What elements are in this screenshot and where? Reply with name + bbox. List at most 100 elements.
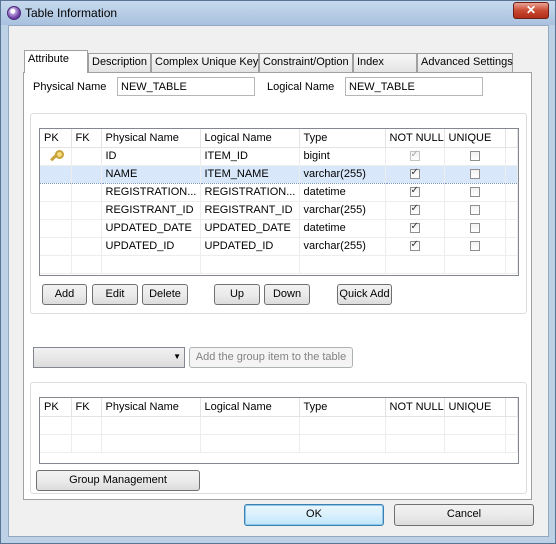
add-group-item-button[interactable]: Add the group item to the table — [189, 347, 353, 368]
chevron-down-icon: ▼ — [173, 352, 181, 361]
empty-row — [40, 255, 518, 274]
add-column-button[interactable]: Add — [42, 284, 87, 305]
group-header-filler — [505, 398, 518, 417]
group-table-frame: PK FK Physical Name Logical Name Type NO… — [39, 397, 519, 464]
close-button[interactable]: ✕ — [513, 2, 549, 19]
fk-cell — [71, 183, 102, 202]
columns-table-header: PK FK Physical Name Logical Name Type NO… — [40, 129, 518, 148]
delete-column-button[interactable]: Delete — [142, 284, 188, 305]
tab-complex-unique-key[interactable]: Complex Unique Key — [151, 53, 259, 72]
pk-cell — [40, 219, 72, 238]
group-header-pk[interactable]: PK — [40, 398, 72, 417]
pk-cell — [40, 201, 72, 220]
tab-description[interactable]: Description — [88, 53, 151, 72]
group-header-logical-name[interactable]: Logical Name — [200, 398, 300, 417]
not-null-checkbox[interactable] — [409, 203, 420, 216]
table-row[interactable]: UPDATED_DATE UPDATED_DATE datetime — [40, 219, 518, 238]
tab-index[interactable]: Index — [353, 53, 417, 72]
unique-checkbox[interactable] — [469, 223, 480, 234]
app-icon — [7, 6, 21, 20]
empty-cell — [101, 434, 201, 453]
unique-checkbox[interactable] — [469, 187, 480, 198]
not-null-checkbox[interactable] — [409, 221, 420, 234]
attribute-tab-panel: Physical Name NEW_TABLE Logical Name NEW… — [23, 72, 532, 500]
unique-cell — [444, 237, 506, 256]
empty-cell — [299, 434, 386, 453]
primary-key-icon — [49, 150, 65, 162]
edit-column-button[interactable]: Edit — [92, 284, 138, 305]
empty-cell — [200, 255, 300, 274]
group-management-button[interactable]: Group Management — [36, 470, 200, 491]
table-row[interactable]: UPDATED_ID UPDATED_ID varchar(255) — [40, 237, 518, 256]
header-physical-name[interactable]: Physical Name — [101, 129, 201, 148]
unique-cell — [444, 201, 506, 220]
quick-add-button[interactable]: Quick Add — [337, 284, 392, 305]
header-unique[interactable]: UNIQUE — [444, 129, 506, 148]
unique-cell — [444, 164, 506, 184]
not-null-cell — [385, 237, 445, 256]
empty-cell — [40, 255, 72, 274]
not-null-checkbox[interactable] — [409, 185, 420, 198]
not-null-checkbox[interactable] — [409, 167, 420, 180]
group-header-not-null[interactable]: NOT NULL — [385, 398, 445, 417]
pk-cell — [40, 237, 72, 256]
title-bar[interactable]: Table Information ✕ — [1, 1, 555, 25]
empty-cell — [444, 416, 506, 435]
header-logical-name[interactable]: Logical Name — [200, 129, 300, 148]
fk-cell — [71, 219, 102, 238]
empty-cell — [200, 416, 300, 435]
physical-name-cell: UPDATED_DATE — [101, 219, 201, 238]
group-header-unique[interactable]: UNIQUE — [444, 398, 506, 417]
table-row[interactable]: REGISTRATION... REGISTRATION... datetime — [40, 183, 518, 202]
not-null-cell — [385, 147, 445, 166]
table-information-window: Table Information ✕ Attribute Descriptio… — [0, 0, 556, 544]
header-not-null[interactable]: NOT NULL — [385, 129, 445, 148]
logical-name-field[interactable]: NEW_TABLE — [345, 77, 483, 96]
physical-name-field[interactable]: NEW_TABLE — [117, 77, 255, 96]
group-select[interactable]: ▼ — [33, 347, 185, 368]
window-title: Table Information — [25, 6, 118, 20]
empty-cell — [505, 416, 518, 435]
group-table: PK FK Physical Name Logical Name Type NO… — [40, 398, 518, 453]
header-pk[interactable]: PK — [40, 129, 72, 148]
unique-checkbox[interactable] — [469, 169, 480, 180]
unique-cell — [444, 183, 506, 202]
move-down-button[interactable]: Down — [264, 284, 310, 305]
columns-group: PK FK Physical Name Logical Name Type NO… — [30, 113, 527, 314]
fk-cell — [71, 164, 102, 184]
columns-table: PK FK Physical Name Logical Name Type NO… — [40, 129, 518, 274]
table-row[interactable]: REGISTRANT_ID REGISTRANT_ID varchar(255) — [40, 201, 518, 220]
physical-name-cell: REGISTRATION... — [101, 183, 201, 202]
ok-button[interactable]: OK — [244, 504, 384, 526]
empty-cell — [385, 255, 445, 274]
group-header-physical-name[interactable]: Physical Name — [101, 398, 201, 417]
cancel-button[interactable]: Cancel — [394, 504, 534, 526]
type-cell: varchar(255) — [299, 201, 386, 220]
group-header-type[interactable]: Type — [299, 398, 386, 417]
group-header-fk[interactable]: FK — [71, 398, 102, 417]
table-row[interactable]: NAME ITEM_NAME varchar(255) — [40, 164, 518, 184]
empty-cell — [385, 416, 445, 435]
not-null-checkbox[interactable] — [409, 239, 420, 252]
filler-cell — [505, 201, 518, 220]
empty-cell — [40, 416, 72, 435]
physical-name-cell: ID — [101, 147, 201, 166]
tab-constraint-option[interactable]: Constraint/Option — [259, 53, 353, 72]
logical-name-cell: REGISTRANT_ID — [200, 201, 300, 220]
header-fk[interactable]: FK — [71, 129, 102, 148]
header-type[interactable]: Type — [299, 129, 386, 148]
tab-advanced-settings[interactable]: Advanced Settings — [417, 53, 513, 72]
tab-attribute[interactable]: Attribute — [24, 50, 88, 73]
unique-checkbox[interactable] — [469, 151, 480, 162]
unique-checkbox[interactable] — [469, 205, 480, 216]
table-row[interactable]: ID ITEM_ID bigint — [40, 147, 518, 166]
empty-cell — [71, 255, 102, 274]
physical-name-label: Physical Name — [33, 81, 107, 93]
physical-name-cell: NAME — [101, 164, 201, 184]
move-up-button[interactable]: Up — [214, 284, 260, 305]
pk-cell — [40, 147, 72, 166]
unique-checkbox[interactable] — [469, 241, 480, 252]
empty-cell — [299, 416, 386, 435]
physical-name-cell: UPDATED_ID — [101, 237, 201, 256]
logical-name-cell: ITEM_ID — [200, 147, 300, 166]
